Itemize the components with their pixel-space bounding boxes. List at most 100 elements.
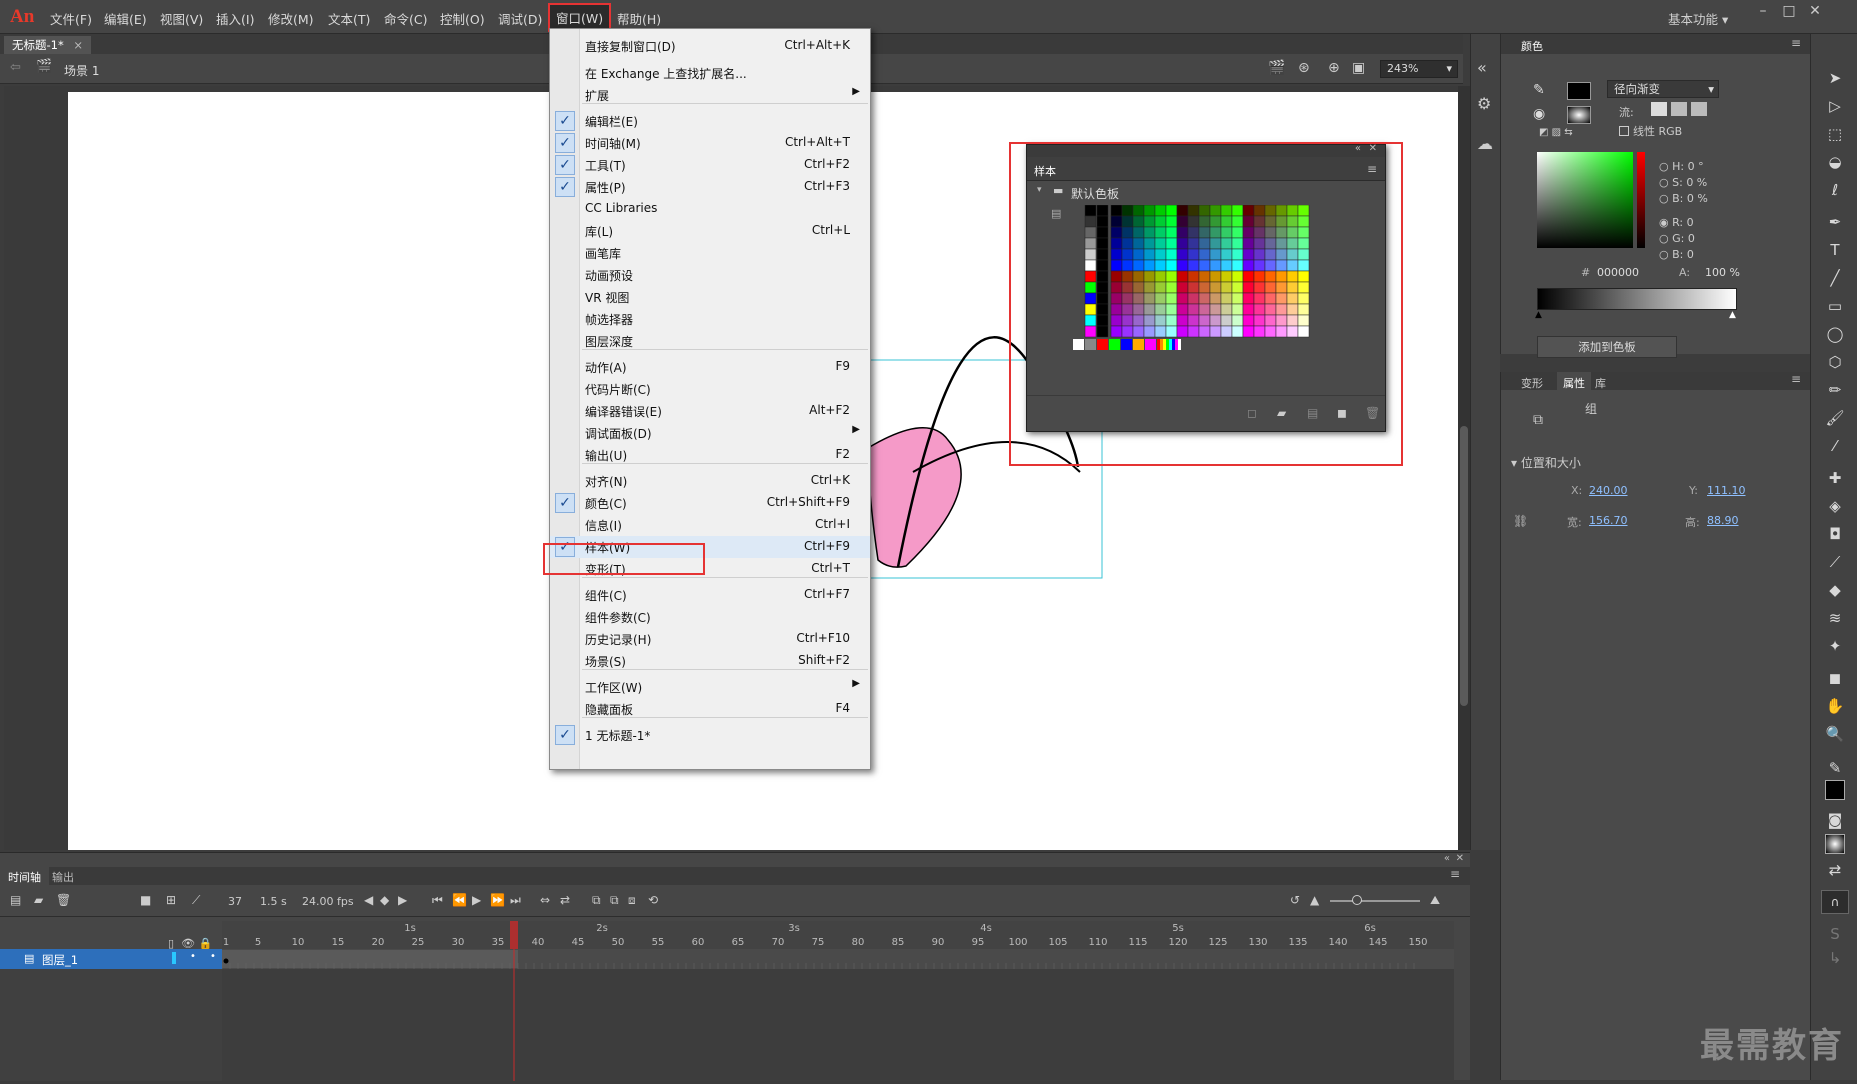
- delete-layer-icon[interactable]: 🗑: [56, 893, 71, 907]
- menu-item-24[interactable]: 组件(C) Ctrl+F7: [550, 584, 870, 606]
- text-tool-icon[interactable]: T: [1825, 240, 1845, 260]
- center-stage-icon[interactable]: ⊕: [1328, 60, 1340, 76]
- menu-item-14[interactable]: 动作(A) F9: [550, 356, 870, 378]
- new-folder-icon[interactable]: ▰: [34, 893, 43, 907]
- hex-value[interactable]: 000000: [1597, 266, 1639, 279]
- flow-repeat-button[interactable]: [1691, 102, 1707, 116]
- timeline-zoom-slider[interactable]: [1330, 900, 1420, 902]
- ink-bottle-icon[interactable]: ◘: [1825, 524, 1845, 544]
- pencil-tool-icon[interactable]: ✏: [1825, 380, 1845, 400]
- blue-radio[interactable]: ○ B: 0: [1659, 248, 1694, 261]
- menu-control[interactable]: 控制(O): [440, 9, 485, 28]
- brush-tool-icon[interactable]: ⁄: [1825, 436, 1845, 456]
- stroke-color-pencil-icon[interactable]: ✎: [1825, 758, 1845, 778]
- menu-item-12[interactable]: 帧选择器: [550, 308, 870, 330]
- slider-handle[interactable]: [1352, 895, 1362, 905]
- lasso-tool-icon[interactable]: ℓ: [1825, 180, 1845, 200]
- fill-color-chip[interactable]: [1825, 834, 1845, 854]
- last-frame-icon[interactable]: ⏭: [510, 893, 521, 908]
- color-slider[interactable]: [1637, 152, 1645, 248]
- menu-insert[interactable]: 插入(I): [216, 9, 254, 28]
- fill-color-icon[interactable]: ◙: [1825, 810, 1845, 830]
- camera-tool-icon[interactable]: ◼: [1825, 668, 1845, 688]
- asset-warp-icon[interactable]: ✦: [1825, 636, 1845, 656]
- frame-grid[interactable]: [221, 949, 1454, 1081]
- panel-close-icon[interactable]: ✕: [1456, 853, 1464, 864]
- loop-icon[interactable]: ⇔: [540, 893, 550, 907]
- zoom-in-icon[interactable]: ⛰: [1430, 893, 1440, 908]
- scrollbar-thumb[interactable]: [1460, 426, 1468, 706]
- step-forward-icon[interactable]: ⏩: [490, 893, 505, 907]
- menu-item-25[interactable]: 组件参数(C): [550, 606, 870, 628]
- layer-row[interactable]: ▤ 图层_1 • •: [0, 949, 222, 969]
- menu-item-20[interactable]: ✓ 颜色(C) Ctrl+Shift+F9: [550, 492, 870, 514]
- motion-presets-icon[interactable]: ⚙: [1477, 94, 1491, 113]
- sync-icon[interactable]: ↺: [1290, 893, 1300, 907]
- section-toggle[interactable]: ▾ 位置和大小: [1511, 454, 1581, 471]
- cc-libraries-icon[interactable]: ☁: [1477, 134, 1493, 153]
- collapse-arrows-icon[interactable]: «: [1477, 58, 1487, 77]
- menu-item-18[interactable]: 输出(U) F2: [550, 444, 870, 466]
- menu-item-15[interactable]: 代码片断(C): [550, 378, 870, 400]
- menu-modify[interactable]: 修改(M): [268, 9, 314, 28]
- back-arrow-icon[interactable]: ⇦: [10, 60, 21, 75]
- tab-output[interactable]: 输出: [52, 869, 74, 885]
- smooth-icon[interactable]: S: [1825, 924, 1845, 944]
- line-tool-icon[interactable]: ╱: [1825, 268, 1845, 288]
- menu-edit[interactable]: 编辑(E): [104, 9, 147, 28]
- graph-icon[interactable]: ⟋: [192, 893, 200, 908]
- menu-item-7[interactable]: CC Libraries: [550, 198, 870, 220]
- swap-colors-icon[interactable]: ◩ ▨ ⇆: [1539, 127, 1573, 138]
- gradient-stop-left[interactable]: ▲: [1535, 310, 1542, 320]
- width-tool-icon[interactable]: ≋: [1825, 608, 1845, 628]
- selection-tool-icon[interactable]: ➤: [1825, 68, 1845, 88]
- edit-scene-icon[interactable]: 🎬: [1268, 60, 1285, 76]
- eraser-tool-icon[interactable]: ◆: [1825, 580, 1845, 600]
- document-tab[interactable]: 无标题-1* ×: [4, 36, 92, 54]
- polystar-tool-icon[interactable]: ⬡: [1825, 352, 1845, 372]
- onion-skin-icon[interactable]: ⧉: [592, 893, 601, 908]
- stage-vertical-scrollbar[interactable]: [1458, 86, 1470, 850]
- eyedropper-icon[interactable]: ⟋: [1825, 552, 1845, 572]
- gradient-stop-right[interactable]: ▲: [1729, 310, 1736, 320]
- stroke-color-swatch[interactable]: [1567, 82, 1591, 100]
- panel-menu-icon[interactable]: ≡: [1791, 36, 1801, 50]
- color-picker-field[interactable]: [1537, 152, 1633, 248]
- link-icon[interactable]: ⛓: [1513, 514, 1528, 528]
- menu-item-27[interactable]: 场景(S) Shift+F2: [550, 650, 870, 672]
- prev-keyframe-icon[interactable]: ◀: [364, 893, 373, 907]
- add-keyframe-icon[interactable]: ◆: [380, 893, 389, 907]
- tab-properties[interactable]: 属性: [1557, 372, 1591, 394]
- menu-item-21[interactable]: 信息(I) Ctrl+I: [550, 514, 870, 536]
- new-layer-icon[interactable]: ▤: [10, 893, 21, 907]
- menu-item-28[interactable]: 工作区(W) ▶: [550, 676, 870, 698]
- menu-window[interactable]: 窗口(W): [547, 3, 612, 32]
- minimize-icon[interactable]: –: [1750, 3, 1776, 23]
- swap-colors-icon[interactable]: ⇄: [1825, 860, 1845, 880]
- paint-brush-icon[interactable]: 🖌: [1825, 408, 1845, 428]
- panel-menu-icon[interactable]: ≡: [1450, 867, 1460, 881]
- stroke-pencil-icon[interactable]: ✎: [1533, 82, 1545, 98]
- first-frame-icon[interactable]: ⏮: [432, 893, 443, 908]
- menu-help[interactable]: 帮助(H): [617, 9, 661, 28]
- tab-close-icon[interactable]: ×: [73, 38, 83, 52]
- 3d-rotation-icon[interactable]: ◒: [1825, 152, 1845, 172]
- h-radio[interactable]: ○ H: 0 °: [1659, 160, 1704, 173]
- snap-magnet-icon[interactable]: ∩: [1821, 890, 1849, 914]
- free-transform-icon[interactable]: ⬚: [1825, 124, 1845, 144]
- menu-item-4[interactable]: ✓ 时间轴(M) Ctrl+Alt+T: [550, 132, 870, 154]
- fill-color-swatch[interactable]: [1567, 106, 1591, 124]
- maximize-icon[interactable]: □: [1776, 3, 1802, 23]
- menu-item-29[interactable]: 隐藏面板 F4: [550, 698, 870, 720]
- step-back-icon[interactable]: ⏪: [452, 893, 467, 907]
- color-tab[interactable]: 颜色: [1521, 38, 1543, 54]
- menu-item-5[interactable]: ✓ 工具(T) Ctrl+F2: [550, 154, 870, 176]
- menu-debug[interactable]: 调试(D): [498, 9, 542, 28]
- menu-item-0[interactable]: 直接复制窗口(D) Ctrl+Alt+K: [550, 35, 870, 57]
- menu-item-11[interactable]: VR 视图: [550, 286, 870, 308]
- menu-item-26[interactable]: 历史记录(H) Ctrl+F10: [550, 628, 870, 650]
- close-icon[interactable]: ✕: [1802, 3, 1828, 23]
- elapsed-time[interactable]: 1.5 s: [260, 895, 287, 908]
- edit-multiple-icon[interactable]: ⧈: [628, 893, 636, 908]
- clip-stage-icon[interactable]: ▣: [1352, 60, 1365, 76]
